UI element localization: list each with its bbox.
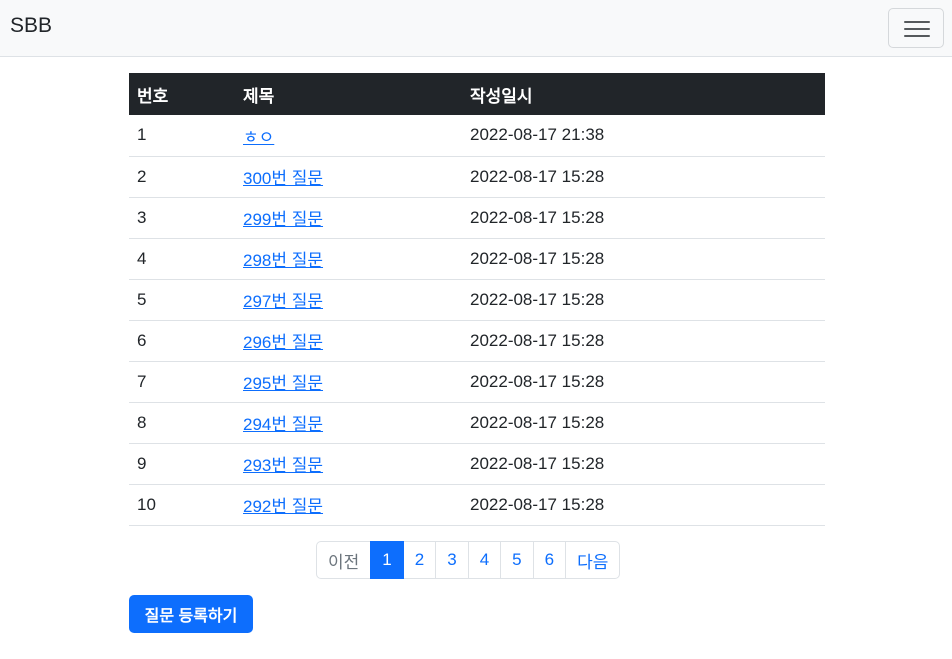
row-title-cell: 293번 질문 xyxy=(235,443,462,485)
row-created-at: 2022-08-17 15:28 xyxy=(462,156,825,198)
page-1[interactable]: 1 xyxy=(370,541,404,579)
row-number: 2 xyxy=(129,156,235,198)
row-number: 7 xyxy=(129,361,235,403)
table-row: 10 292번 질문 2022-08-17 15:28 xyxy=(129,484,825,526)
row-created-at: 2022-08-17 21:38 xyxy=(462,115,825,157)
navbar-toggler-button[interactable] xyxy=(888,8,944,48)
question-title-link[interactable]: 293번 질문 xyxy=(243,456,323,475)
question-title-link[interactable]: 295번 질문 xyxy=(243,374,323,393)
question-title-link[interactable]: 294번 질문 xyxy=(243,415,323,434)
question-title-link[interactable]: 296번 질문 xyxy=(243,333,323,352)
question-title-link[interactable]: 298번 질문 xyxy=(243,251,323,270)
create-question-button[interactable]: 질문 등록하기 xyxy=(129,595,253,633)
table-row: 2 300번 질문 2022-08-17 15:28 xyxy=(129,156,825,198)
question-table: 번호 제목 작성일시 1 ㅎㅇ 2022-08-17 21:38 2 300번 질문 20… xyxy=(129,73,825,526)
navbar: SBB xyxy=(0,0,952,57)
row-title-cell: 297번 질문 xyxy=(235,279,462,321)
row-created-at: 2022-08-17 15:28 xyxy=(462,484,825,526)
page-prev[interactable]: 이전 xyxy=(316,541,372,579)
row-number: 4 xyxy=(129,238,235,280)
question-title-link[interactable]: 300번 질문 xyxy=(243,169,323,188)
row-title-cell: 292번 질문 xyxy=(235,484,462,526)
brand-link[interactable]: SBB xyxy=(10,14,52,38)
pagination: 이전 1 2 3 4 5 6 다음 xyxy=(316,541,621,579)
table-row: 4 298번 질문 2022-08-17 15:28 xyxy=(129,238,825,280)
row-created-at: 2022-08-17 15:28 xyxy=(462,197,825,239)
table-row: 8 294번 질문 2022-08-17 15:28 xyxy=(129,402,825,444)
question-title-link[interactable]: ㅎㅇ xyxy=(243,128,274,147)
header-created-at: 작성일시 xyxy=(462,73,825,115)
row-created-at: 2022-08-17 15:28 xyxy=(462,402,825,444)
row-title-cell: 298번 질문 xyxy=(235,238,462,280)
row-created-at: 2022-08-17 15:28 xyxy=(462,443,825,485)
row-title-cell: 295번 질문 xyxy=(235,361,462,403)
table-row: 1 ㅎㅇ 2022-08-17 21:38 xyxy=(129,115,825,157)
row-title-cell: 300번 질문 xyxy=(235,156,462,198)
row-number: 1 xyxy=(129,115,235,157)
row-title-cell: 296번 질문 xyxy=(235,320,462,362)
row-number: 8 xyxy=(129,402,235,444)
page-2[interactable]: 2 xyxy=(402,541,437,579)
row-number: 6 xyxy=(129,320,235,362)
table-row: 7 295번 질문 2022-08-17 15:28 xyxy=(129,361,825,403)
question-title-link[interactable]: 299번 질문 xyxy=(243,210,323,229)
row-number: 9 xyxy=(129,443,235,485)
page-next[interactable]: 다음 xyxy=(565,541,621,579)
page-5[interactable]: 5 xyxy=(500,541,534,579)
question-title-link[interactable]: 297번 질문 xyxy=(243,292,323,311)
row-number: 3 xyxy=(129,197,235,239)
row-title-cell: 299번 질문 xyxy=(235,197,462,239)
row-created-at: 2022-08-17 15:28 xyxy=(462,361,825,403)
row-title-cell: ㅎㅇ xyxy=(235,115,462,157)
question-title-link[interactable]: 292번 질문 xyxy=(243,497,323,516)
row-created-at: 2022-08-17 15:28 xyxy=(462,279,825,321)
page-4[interactable]: 4 xyxy=(467,541,502,579)
header-number: 번호 xyxy=(129,73,235,115)
table-row: 9 293번 질문 2022-08-17 15:28 xyxy=(129,443,825,485)
row-created-at: 2022-08-17 15:28 xyxy=(462,238,825,280)
header-title: 제목 xyxy=(235,73,462,115)
row-number: 10 xyxy=(129,484,235,526)
page-6[interactable]: 6 xyxy=(532,541,567,579)
row-created-at: 2022-08-17 15:28 xyxy=(462,320,825,362)
page-3[interactable]: 3 xyxy=(435,541,469,579)
table-row: 3 299번 질문 2022-08-17 15:28 xyxy=(129,197,825,239)
row-title-cell: 294번 질문 xyxy=(235,402,462,444)
table-header-row: 번호 제목 작성일시 xyxy=(129,73,825,115)
table-row: 6 296번 질문 2022-08-17 15:28 xyxy=(129,320,825,362)
row-number: 5 xyxy=(129,279,235,321)
table-row: 5 297번 질문 2022-08-17 15:28 xyxy=(129,279,825,321)
